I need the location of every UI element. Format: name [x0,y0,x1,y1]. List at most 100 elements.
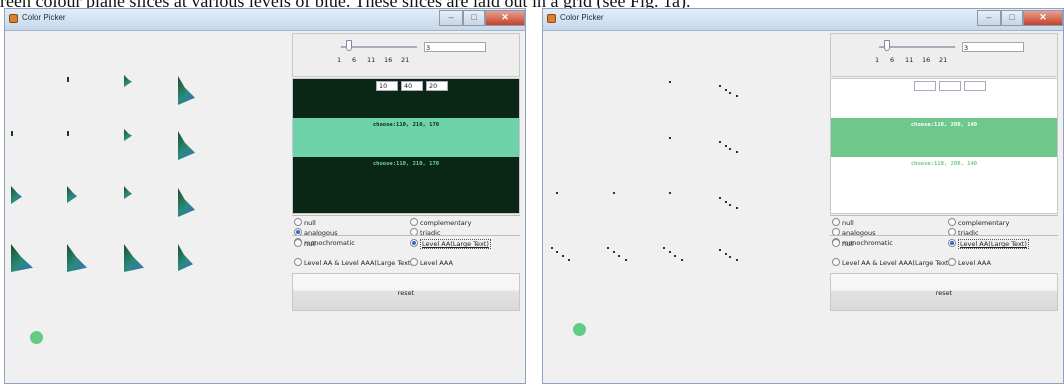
chosen-color-label: choose:110, 210, 170 [372,122,440,128]
contrast-option-aa-aaa-large[interactable]: Level AA & Level AAA(Large Text) [294,258,413,268]
selected-color-marker[interactable] [30,331,43,344]
level-slider-track[interactable] [341,46,417,48]
scheme-option-complementary[interactable]: complementary [410,218,471,228]
level-value-input[interactable]: 3 [962,42,1024,52]
radio-icon [948,258,956,266]
level-slider-thumb[interactable] [884,40,890,51]
color-band-top [831,79,1057,118]
level-slider-area: 1 6 11 16 21 3 [292,33,520,77]
minimize-button[interactable]: – [977,10,1001,26]
color-slice-dot [618,255,620,257]
color-slice-dot [669,251,671,253]
green-input[interactable]: 40 [401,81,423,91]
contrast-option-aa-large[interactable]: Level AA(Large Text) [948,239,1029,249]
color-slice-shape [67,77,69,82]
tick-label: 21 [401,56,410,64]
contrast-option-aaa[interactable]: Level AAA [948,258,991,268]
color-slice-shape [67,186,77,203]
red-input[interactable]: 10 [376,81,398,91]
color-slice-dot [736,207,738,209]
close-icon: ✕ [1039,12,1047,22]
red-input[interactable] [914,81,936,91]
contrast-option-aa-aaa-large[interactable]: Level AA & Level AAA(Large Text) [832,258,951,268]
maximize-button[interactable]: □ [463,10,485,26]
level-slider-thumb[interactable] [346,40,352,51]
color-slice-dot [607,247,609,249]
radio-icon [410,239,418,247]
contrast-option-null[interactable]: null [294,239,316,249]
maximize-button[interactable]: □ [1001,10,1023,26]
blue-input[interactable]: 20 [426,81,448,91]
color-preview-panel: choose:110, 200, 140 choose:110, 200, 14… [830,78,1058,214]
scheme-option-null[interactable]: null [294,218,316,228]
tick-label: 11 [367,56,376,64]
minimize-icon: – [986,12,992,22]
scheme-option-null[interactable]: null [832,218,854,228]
contrast-radio-group: null Level AA(Large Text) Level AA & Lev… [830,235,1058,273]
radio-icon [948,218,956,226]
color-slice-dot [725,201,727,203]
color-slice-dot [663,247,665,249]
color-slice-shape [178,188,195,217]
color-slice-shape [11,244,33,272]
tick-label: 11 [905,56,914,64]
radio-icon [410,258,418,266]
color-slice-dot [669,81,671,83]
green-input[interactable] [939,81,961,91]
control-panel: 1 6 11 16 21 3 choose:110, 200, 140 choo… [828,31,1060,383]
color-slice-dot [613,192,615,194]
color-slice-dot [725,89,727,91]
color-slice-shape [67,131,69,136]
option-label: null [842,240,854,248]
contrast-option-aa-large[interactable]: Level AA(Large Text) [410,239,491,249]
color-band-bottom: choose:110, 210, 170 [293,157,519,213]
level-slider-track[interactable] [879,46,955,48]
level-value-input[interactable]: 3 [424,42,486,52]
tick-label: 6 [890,56,895,64]
minimize-button[interactable]: – [439,10,463,26]
color-slice-shape [67,244,87,272]
title-bar[interactable]: Color Picker – □ ✕ [543,9,1063,31]
reset-button[interactable]: reset [292,273,520,311]
color-slice-shape [124,129,132,141]
radio-icon [832,239,840,247]
radio-icon [948,239,956,247]
contrast-option-null[interactable]: null [832,239,854,249]
option-label: Level AA & Level AAA(Large Text) [842,259,951,267]
tick-label: 21 [939,56,948,64]
maximize-icon: □ [471,12,477,22]
color-slice-shape [11,131,13,136]
option-label: null [304,240,316,248]
color-slice-dot [674,255,676,257]
close-button[interactable]: ✕ [1023,10,1063,26]
color-slice-dot [719,141,721,143]
color-slice-dot [719,197,721,199]
control-panel: 1 6 11 16 21 3 10 40 20 choose:110, 210,… [290,31,522,383]
chosen-color-label: choose:110, 200, 140 [910,161,978,167]
color-plane-canvas[interactable] [5,31,290,383]
color-plane-canvas[interactable] [543,31,828,383]
color-slice-dot [725,253,727,255]
radio-icon [294,218,302,226]
scheme-option-complementary[interactable]: complementary [948,218,1009,228]
radio-icon [832,258,840,266]
color-slice-shape [178,244,193,271]
close-icon: ✕ [501,12,509,22]
option-label: null [842,219,854,227]
color-band-top: 10 40 20 [293,79,519,118]
title-bar[interactable]: Color Picker – □ ✕ [5,9,525,31]
contrast-radio-group: null Level AA(Large Text) Level AA & Lev… [292,235,520,273]
option-label: complementary [420,219,472,227]
chosen-color-label: choose:110, 210, 170 [372,161,440,167]
color-slice-shape [178,131,195,160]
selected-color-marker[interactable] [573,323,586,336]
reset-button[interactable]: reset [830,273,1058,311]
tick-label: 6 [352,56,357,64]
contrast-option-aaa[interactable]: Level AAA [410,258,453,268]
color-slice-dot [669,137,671,139]
close-button[interactable]: ✕ [485,10,525,26]
color-slice-dot [729,92,731,94]
blue-input[interactable] [964,81,986,91]
color-slice-dot [562,255,564,257]
color-slice-dot [736,151,738,153]
